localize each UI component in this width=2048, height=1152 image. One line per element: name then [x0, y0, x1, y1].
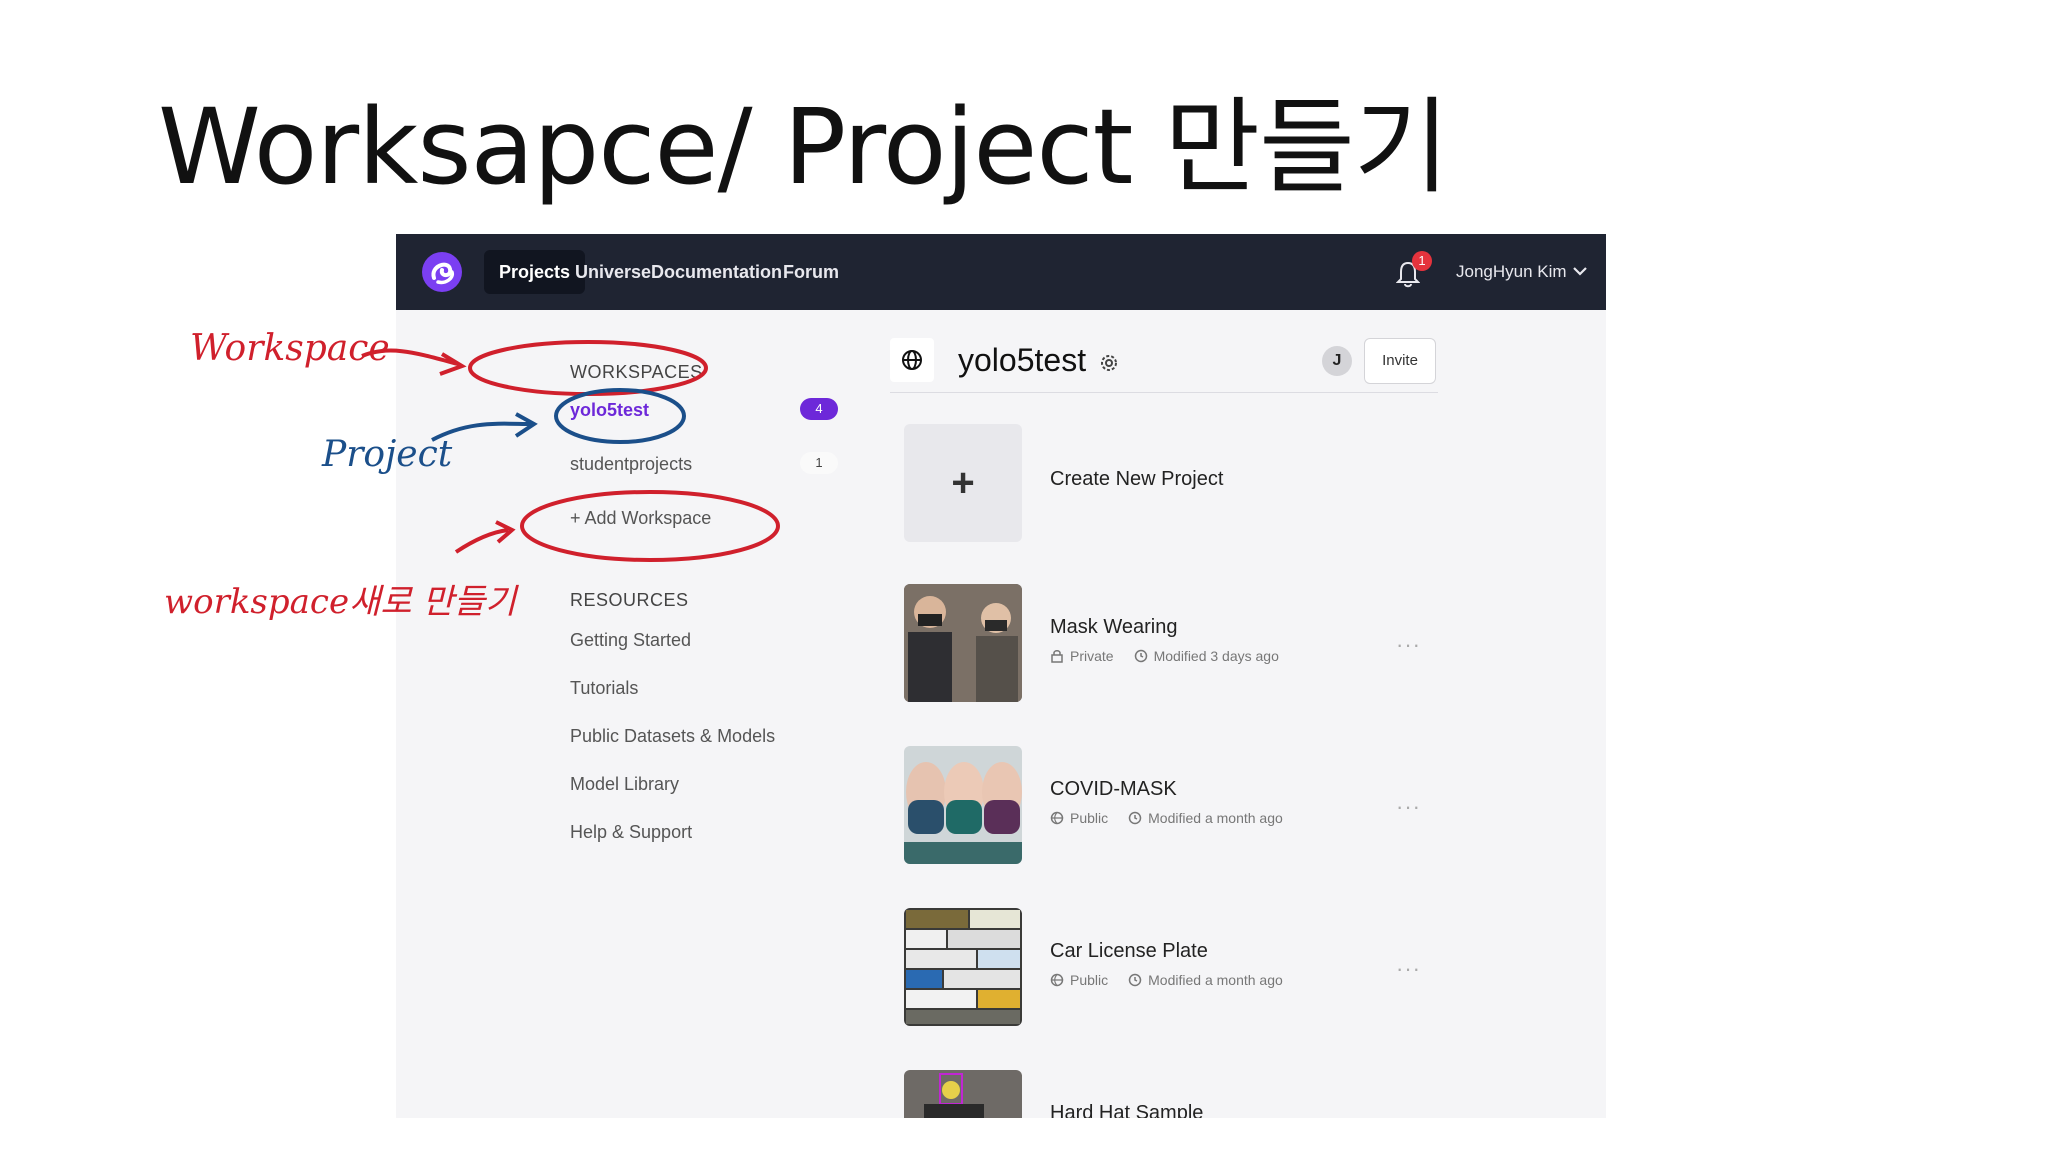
project-visibility: Private — [1070, 648, 1114, 664]
more-options-icon[interactable]: ··· — [1396, 794, 1421, 820]
workspace-title: yolo5test — [958, 342, 1087, 378]
avatar[interactable]: J — [1322, 346, 1352, 376]
notification-badge: 1 — [1412, 251, 1432, 271]
slide-title: Worksapce/ Project 만들기 — [158, 86, 1449, 208]
invite-button[interactable]: Invite — [1364, 338, 1436, 384]
project-modified: Modified a month ago — [1148, 972, 1283, 988]
workspaces-heading: WORKSPACES — [570, 362, 703, 382]
globe-icon — [890, 338, 934, 382]
lock-icon — [1051, 650, 1063, 663]
project-visibility: Public — [1070, 810, 1109, 826]
globe-icon — [1050, 811, 1064, 825]
resource-getting-started[interactable]: Getting Started — [570, 630, 691, 651]
create-project-tile[interactable]: + — [904, 424, 1022, 542]
add-workspace-button[interactable]: + Add Workspace — [570, 508, 711, 529]
annotation-new-workspace-label: workspace새로 만들기 — [164, 582, 517, 622]
annotation-project-label: Project — [322, 434, 453, 475]
nav-forum[interactable]: Forum — [768, 250, 854, 294]
more-options-icon[interactable]: ··· — [1396, 632, 1421, 658]
project-name[interactable]: Hard Hat Sample — [1050, 1102, 1203, 1118]
resources-heading: RESOURCES — [570, 590, 689, 610]
resource-help-support[interactable]: Help & Support — [570, 822, 692, 843]
sidebar-item-studentprojects[interactable]: studentprojects — [570, 454, 692, 475]
resource-tutorials[interactable]: Tutorials — [570, 678, 638, 699]
project-thumbnail-covid-mask[interactable] — [904, 746, 1022, 864]
top-navbar: Projects Universe Documentation Forum 1 … — [396, 234, 1606, 310]
more-options-icon[interactable]: ··· — [1396, 956, 1421, 982]
workspace-header: yolo5test J Invite — [890, 338, 1438, 393]
user-menu-name[interactable]: JongHyun Kim — [1456, 262, 1567, 282]
resource-model-library[interactable]: Model Library — [570, 774, 679, 795]
clock-icon — [1128, 811, 1142, 825]
project-name[interactable]: Car License Plate — [1050, 940, 1208, 963]
project-thumbnail-hard-hat[interactable] — [904, 1070, 1022, 1118]
project-meta: Private Modified 3 days ago — [1050, 648, 1279, 664]
project-meta: Public Modified a month ago — [1050, 810, 1283, 826]
resource-public-datasets[interactable]: Public Datasets & Models — [570, 726, 775, 747]
project-name[interactable]: Mask Wearing — [1050, 616, 1177, 639]
gear-icon[interactable] — [1098, 352, 1120, 374]
workspace-count-badge: 4 — [800, 398, 838, 420]
globe-icon — [1050, 973, 1064, 987]
project-name[interactable]: COVID-MASK — [1050, 778, 1177, 801]
clock-icon — [1134, 649, 1147, 663]
clock-icon — [1128, 973, 1142, 987]
project-modified: Modified a month ago — [1148, 810, 1283, 826]
project-meta: Public Modified a month ago — [1050, 972, 1283, 988]
workspace-count-badge: 1 — [800, 452, 838, 474]
project-visibility: Public — [1070, 972, 1109, 988]
annotation-workspace-label: Workspace — [190, 328, 390, 369]
sidebar-item-yolo5test[interactable]: yolo5test — [570, 400, 649, 421]
project-thumbnail-mask-wearing[interactable] — [904, 584, 1022, 702]
create-new-project-label[interactable]: Create New Project — [1050, 468, 1223, 491]
roboflow-app-window: Projects Universe Documentation Forum 1 … — [396, 234, 1606, 1118]
roboflow-logo-icon[interactable] — [422, 252, 462, 292]
project-modified: Modified 3 days ago — [1153, 648, 1279, 664]
chevron-down-icon[interactable] — [1572, 264, 1588, 278]
plus-icon: + — [951, 461, 975, 505]
project-thumbnail-car-license-plate[interactable] — [904, 908, 1022, 1026]
